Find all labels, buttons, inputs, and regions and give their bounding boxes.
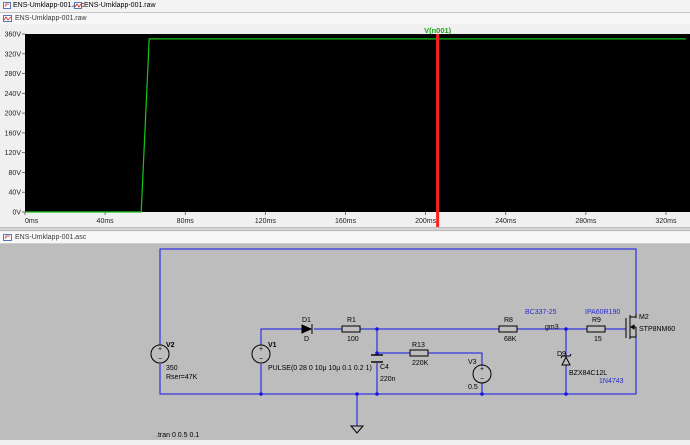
svg-text:+: + (158, 346, 162, 353)
svg-text:−: − (259, 356, 263, 363)
x-tick-label: 120ms (255, 218, 277, 225)
r8-value: 68K (504, 336, 517, 343)
x-tick-label: 80ms (177, 218, 195, 225)
m2-model: STP8NM60 (639, 326, 675, 333)
x-tick-label: 40ms (97, 218, 115, 225)
y-tick-label: 40V (9, 190, 22, 197)
r13-name: R13 (412, 342, 425, 349)
net-gm3: gm3 (545, 324, 559, 331)
x-tick-label: 320ms (655, 218, 677, 225)
schematic-icon (3, 2, 11, 9)
v2-name: V2 (166, 342, 175, 349)
x-axis: 0ms 40ms 80ms 120ms 160ms 200ms 240ms 280ms 320m… (24, 212, 677, 225)
y-tick-label: 240V (5, 91, 22, 98)
tran-directive[interactable]: .tran 0 0.5 0.1 (156, 432, 199, 439)
d9-model: BZX84C12L (569, 370, 607, 377)
y-tick-label: 200V (5, 111, 22, 118)
svg-text:+: + (259, 346, 263, 353)
waveform-icon (3, 15, 12, 22)
v3-name: V3 (468, 359, 477, 366)
r1-value: 100 (347, 336, 359, 343)
tab-schematic[interactable]: ENS-Umklapp-001.asc (2, 0, 84, 11)
waveform-icon (74, 2, 82, 9)
svg-text:−: − (480, 376, 484, 383)
c4-value: 220n (380, 376, 396, 383)
d1-name: D1 (302, 317, 311, 324)
d1-model: D (304, 336, 309, 343)
v1-value: PULSE(0 28 0 10µ 10µ 0.1 0.2 1) (268, 365, 372, 372)
x-tick-label: 160ms (335, 218, 357, 225)
x-tick-label: 240ms (495, 218, 517, 225)
schematic-background[interactable] (0, 244, 690, 440)
y-tick-label: 80V (9, 170, 22, 177)
d9-name: D9 (557, 351, 566, 358)
1n4743-comment[interactable]: 1N4743 (599, 378, 624, 385)
document-tab-bar: ENS-Umklapp-001.asc ENS-Umklapp-001.raw (0, 0, 690, 13)
schematic-canvas[interactable]: + − + − + − V2 350 Rser=47K V1 PULSE(0 2… (0, 231, 690, 440)
svg-text:−: − (158, 356, 162, 363)
y-tick-label: 120V (5, 150, 22, 157)
y-tick-label: 160V (5, 130, 22, 137)
ipa60r190-comment[interactable]: IPA60R190 (585, 309, 620, 316)
v1-name: V1 (268, 342, 277, 349)
tab-waveform[interactable]: ENS-Umklapp-001.raw (73, 0, 156, 11)
trace-label[interactable]: V(n001) (424, 26, 452, 35)
tab-waveform-label: ENS-Umklapp-001.raw (84, 2, 156, 9)
y-tick-label: 320V (5, 51, 22, 58)
x-tick-label: 0ms (25, 218, 39, 225)
y-tick-label: 280V (5, 71, 22, 78)
v3-value: 0.5 (468, 384, 478, 391)
plot-window-title: ENS-Umklapp-001.raw (15, 15, 87, 22)
r9-value: 15 (594, 336, 602, 343)
bc337-comment[interactable]: BC337-25 (525, 309, 557, 316)
v2-rser: Rser=47K (166, 374, 198, 381)
y-tick-label: 0V (12, 210, 21, 217)
c4-name: C4 (380, 364, 389, 371)
waveform-viewer[interactable]: 0V 40V 80V 120V 160V 200V 240V 280V 320V 360V 0ms… (0, 24, 690, 227)
y-axis: 0V 40V 80V 120V 160V 200V 240V 280V 320V 360V (5, 32, 25, 217)
x-tick-label: 200ms (415, 218, 437, 225)
m2-name: M2 (639, 314, 649, 321)
waveform-plot[interactable]: 0V 40V 80V 120V 160V 200V 240V 280V 320V 360V 0ms… (0, 24, 690, 227)
plot-area[interactable] (25, 34, 690, 212)
r13-value: 220K (412, 360, 429, 367)
r1-name: R1 (347, 317, 356, 324)
y-tick-label: 360V (5, 32, 22, 39)
r8-name: R8 (504, 317, 513, 324)
svg-text:+: + (480, 366, 484, 373)
schematic-editor[interactable]: + − + − + − V2 350 Rser=47K V1 PULSE(0 2… (0, 231, 690, 440)
r9-name: R9 (592, 317, 601, 324)
x-tick-label: 280ms (575, 218, 597, 225)
v2-value: 350 (166, 365, 178, 372)
